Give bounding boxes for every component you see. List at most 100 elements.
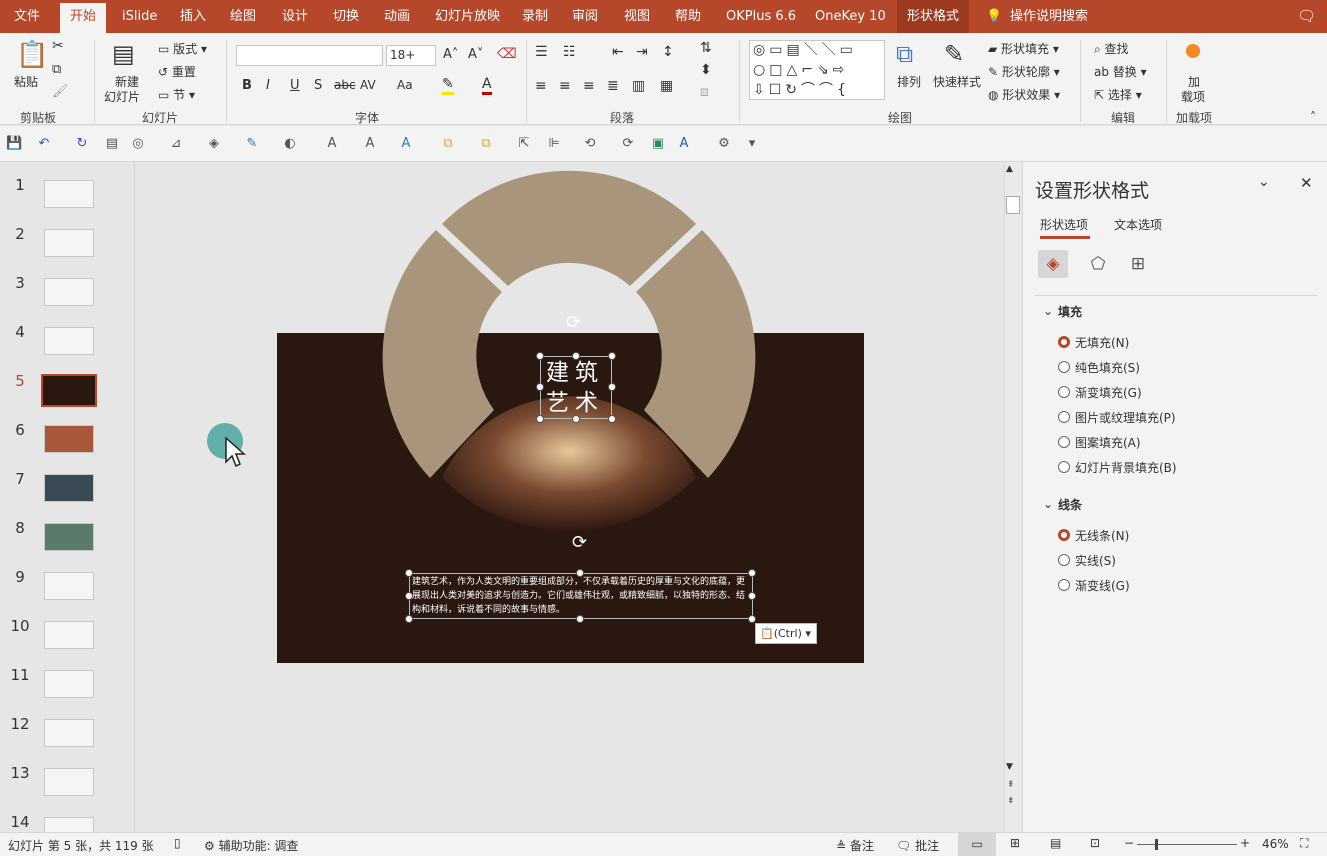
next-slide-icon[interactable]: ⇟ xyxy=(1007,796,1015,806)
prev-slide-icon[interactable]: ⇞ xyxy=(1007,780,1015,790)
tab-onekey[interactable]: OneKey 10 xyxy=(815,0,886,33)
zoom-out-icon[interactable]: − xyxy=(1124,836,1134,850)
resize-handle[interactable] xyxy=(748,569,756,577)
tab-islide[interactable]: iSlide xyxy=(122,0,157,33)
underline-icon[interactable]: U xyxy=(290,78,300,93)
arrange-button[interactable]: 排列 xyxy=(897,73,921,90)
new-slide-icon[interactable]: ▤ xyxy=(112,40,135,68)
select-button[interactable]: ⇱ 选择 ▾ xyxy=(1094,86,1142,103)
replace-button[interactable]: ab 替换 ▾ xyxy=(1094,63,1147,80)
resize-handle[interactable] xyxy=(405,569,413,577)
bullets-icon[interactable]: ☰ xyxy=(535,44,548,60)
resize-handle[interactable] xyxy=(748,615,756,623)
format-painter-icon[interactable]: 🖌 xyxy=(52,84,69,99)
scroll-down-icon[interactable]: ▼ xyxy=(1006,762,1013,772)
rotate-handle-icon[interactable]: ⟳ xyxy=(572,532,587,553)
collapse-ribbon-icon[interactable]: ˄ xyxy=(1310,110,1316,124)
slide-thumbnail[interactable] xyxy=(44,523,94,551)
text-outline-icon[interactable]: A xyxy=(362,136,378,152)
fill-option-label[interactable]: 渐变填充(G) xyxy=(1075,384,1142,401)
fill-section-header[interactable]: 填充 xyxy=(1058,303,1082,320)
shape-fill-button[interactable]: ▰ 形状填充 ▾ xyxy=(988,40,1059,57)
italic-icon[interactable]: I xyxy=(266,78,270,93)
slideshow-icon[interactable]: ⊡ xyxy=(1090,836,1100,850)
font-size-input[interactable]: 18+ xyxy=(386,45,436,66)
find-button[interactable]: ⌕ 查找 xyxy=(1094,40,1129,57)
tab-insert[interactable]: 插入 xyxy=(180,0,206,33)
radio-background-fill[interactable] xyxy=(1058,461,1070,473)
fit-to-window-icon[interactable]: ⛶ xyxy=(1300,836,1308,851)
copy-icon[interactable]: ⧉ xyxy=(52,62,61,77)
font-name-input[interactable] xyxy=(236,45,383,66)
bring-forward-icon[interactable]: ⧉ xyxy=(440,136,456,152)
rotate-icon[interactable]: ⟳ xyxy=(620,136,636,152)
resize-handle[interactable] xyxy=(576,569,584,577)
tab-file[interactable]: 文件 xyxy=(14,0,40,33)
shadow-icon[interactable]: S xyxy=(314,78,322,93)
ring-shape[interactable] xyxy=(380,162,756,542)
crop-icon[interactable]: ▣ xyxy=(650,136,666,152)
resize-handle[interactable] xyxy=(405,592,413,600)
paste-button[interactable]: 粘贴 xyxy=(14,73,38,90)
reading-view-icon[interactable]: ▤ xyxy=(1050,836,1061,850)
notes-button[interactable]: ≜ 备注 xyxy=(836,837,874,854)
resize-handle[interactable] xyxy=(608,415,616,423)
size-properties-icon[interactable]: ⊞ xyxy=(1123,250,1153,278)
radio-gradient-fill[interactable] xyxy=(1058,386,1070,398)
line-option-label[interactable]: 渐变线(G) xyxy=(1075,577,1130,594)
layout-button[interactable]: ▭ 版式 ▾ xyxy=(158,40,207,57)
zoom-in-icon[interactable]: + xyxy=(1240,836,1250,850)
radio-pattern-fill[interactable] xyxy=(1058,436,1070,448)
slide-thumbnail[interactable] xyxy=(44,278,94,306)
slide-thumbnail[interactable] xyxy=(44,425,94,453)
char-spacing-icon[interactable]: AV xyxy=(360,78,376,92)
resize-handle[interactable] xyxy=(572,415,580,423)
columns-icon[interactable]: ▦ xyxy=(660,78,673,94)
effects-pentagon-icon[interactable]: ⬠ xyxy=(1083,250,1113,278)
tab-help[interactable]: 帮助 xyxy=(675,0,701,33)
accessibility-button[interactable]: ⚙ 辅助功能: 调查 xyxy=(204,837,298,854)
fill-option-label[interactable]: 幻灯片背景填充(B) xyxy=(1075,459,1177,476)
comment-icon[interactable]: 🗨 xyxy=(1297,0,1316,33)
slide-sorter-icon[interactable]: ⊞ xyxy=(1010,836,1020,850)
align-objects-icon[interactable]: ⊫ xyxy=(546,136,562,152)
zoom-level[interactable]: 46% xyxy=(1262,837,1289,851)
normal-view-icon[interactable]: ▭ xyxy=(958,833,996,856)
distribute-icon[interactable]: ▥ xyxy=(632,78,645,94)
tools-icon[interactable]: ⚙ xyxy=(716,136,732,152)
close-icon[interactable]: ✕ xyxy=(1300,174,1313,192)
slide-thumbnail[interactable] xyxy=(44,719,94,747)
tab-record[interactable]: 录制 xyxy=(522,0,548,33)
radio-picture-fill[interactable] xyxy=(1058,411,1070,423)
shape-effects-button[interactable]: ◍ 形状效果 ▾ xyxy=(988,86,1060,103)
slide-thumbnail[interactable] xyxy=(44,474,94,502)
line-option-label[interactable]: 实线(S) xyxy=(1075,552,1116,569)
tab-okplus[interactable]: OKPlus 6.6 xyxy=(726,0,796,33)
scroll-thumb[interactable] xyxy=(1006,196,1020,214)
fill-icon[interactable]: ◈ xyxy=(206,136,222,152)
smartart-icon[interactable]: ⧈ xyxy=(700,84,709,100)
section-button[interactable]: ▭ 节 ▾ xyxy=(158,86,195,103)
resize-handle[interactable] xyxy=(536,415,544,423)
slide-thumbnail[interactable] xyxy=(44,621,94,649)
scroll-up-icon[interactable]: ▲ xyxy=(1006,164,1013,174)
resize-handle[interactable] xyxy=(536,383,544,391)
send-backward-icon[interactable]: ⧉ xyxy=(478,136,494,152)
align-icon[interactable]: ⊿ xyxy=(168,136,184,152)
shape-outline-button[interactable]: ✎ 形状轮廓 ▾ xyxy=(988,63,1060,80)
tab-review[interactable]: 审阅 xyxy=(572,0,598,33)
save-icon[interactable]: 💾 xyxy=(6,136,22,152)
align-left-icon[interactable]: ≡ xyxy=(535,78,547,94)
fill-option-label[interactable]: 图片或纹理填充(P) xyxy=(1075,409,1176,426)
slide-thumbnail[interactable] xyxy=(44,572,94,600)
outline-icon[interactable]: ✎ xyxy=(244,136,260,152)
paste-icon[interactable]: 📋 xyxy=(16,40,48,70)
rotate-handle-icon[interactable]: ⟳ xyxy=(566,312,581,333)
tab-slideshow[interactable]: 幻灯片放映 xyxy=(435,0,500,33)
strikethrough-icon[interactable]: abc xyxy=(334,78,356,92)
grow-font-icon[interactable]: A˄ xyxy=(443,47,458,62)
line-spacing-icon[interactable]: ↕ xyxy=(662,44,674,60)
line-section-header[interactable]: 线条 xyxy=(1058,496,1082,513)
align-text-icon[interactable]: ⬍ xyxy=(700,62,712,78)
font-color-icon[interactable]: A xyxy=(482,76,492,95)
